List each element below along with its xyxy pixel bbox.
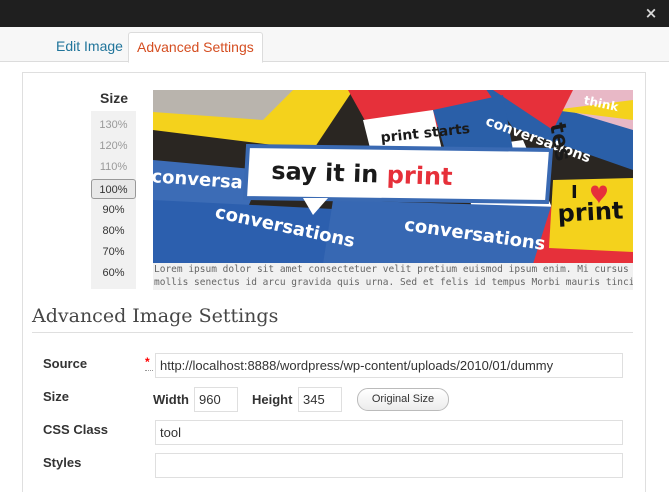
css-class-input[interactable]: tool — [155, 420, 623, 445]
section-divider — [32, 332, 633, 333]
width-label: Width — [153, 392, 189, 407]
image-caption: Lorem ipsum dolor sit amet consectetuer … — [153, 263, 633, 290]
section-title: Advanced Image Settings — [32, 305, 279, 327]
size-picker-list: 130% 120% 110% 100% 90% 80% 70% 60% — [91, 111, 136, 289]
image-preview: print I say it in print print starts con… — [153, 90, 633, 264]
source-label: Source — [43, 356, 88, 371]
size-option-130[interactable]: 130% — [91, 115, 136, 135]
size-option-90[interactable]: 90% — [91, 200, 136, 220]
image-preview-art: print I say it in print print starts con… — [153, 90, 633, 264]
height-input[interactable]: 345 — [298, 387, 342, 412]
tab-edit-image[interactable]: Edit Image — [48, 32, 131, 63]
required-marker: * — [145, 355, 150, 369]
close-icon[interactable]: × — [641, 3, 661, 23]
size-option-80[interactable]: 80% — [91, 221, 136, 241]
tab-advanced-settings[interactable]: Advanced Settings — [128, 32, 263, 63]
css-class-label: CSS Class — [43, 422, 109, 437]
caption-line-1: Lorem ipsum dolor sit amet consectetuer … — [154, 264, 633, 275]
size-option-120[interactable]: 120% — [91, 136, 136, 156]
sticker-main-highlight: print — [386, 161, 453, 191]
height-label: Height — [252, 392, 293, 407]
size-option-100[interactable]: 100% — [91, 179, 136, 199]
modal-titlebar: × — [0, 0, 669, 27]
width-input[interactable]: 960 — [194, 387, 238, 412]
size-option-110[interactable]: 110% — [91, 157, 136, 177]
size-label: Size — [43, 389, 70, 404]
required-underline — [145, 370, 153, 371]
styles-input[interactable] — [155, 453, 623, 478]
tab-bar: Edit Image Advanced Settings — [0, 27, 669, 63]
original-size-button[interactable]: Original Size — [357, 388, 449, 411]
source-url-input[interactable]: http://localhost:8888/wordpress/wp-conte… — [155, 353, 623, 378]
size-picker-title: Size — [100, 90, 129, 106]
styles-label: Styles — [43, 455, 82, 470]
size-option-60[interactable]: 60% — [91, 263, 136, 283]
size-option-70[interactable]: 70% — [91, 242, 136, 262]
svg-text:I: I — [571, 182, 578, 203]
caption-line-2: mollis senectus id arcu gravida quis urn… — [154, 277, 633, 288]
sticker-print-heart-text: print — [557, 196, 624, 227]
